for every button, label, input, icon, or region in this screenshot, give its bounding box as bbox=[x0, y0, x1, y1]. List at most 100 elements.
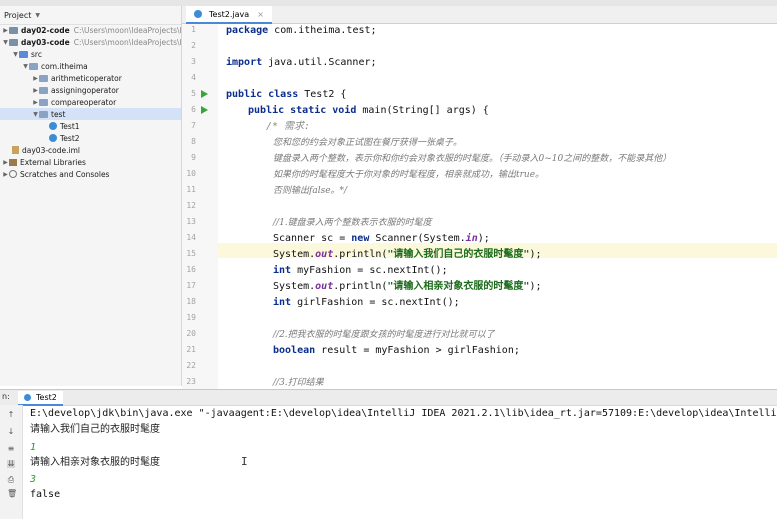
library-icon bbox=[9, 158, 17, 166]
tree-item-test1[interactable]: Test1 bbox=[49, 120, 80, 132]
console-output-line: 请输入我们自己的衣服时髦度 bbox=[30, 424, 160, 435]
code-text: myFashion = sc.nextInt(); bbox=[291, 265, 448, 276]
chevron-right-icon[interactable]: ▶ bbox=[2, 27, 9, 34]
comment: 您和您的约会对象正试图在餐厅获得一张桌子。 bbox=[273, 138, 463, 148]
tree-item-test2[interactable]: Test2 bbox=[49, 132, 80, 144]
editor-gutter: 1 2 3 4 5 6 7 8 9 10 11 12 13 14 15 16 1… bbox=[182, 24, 218, 389]
tree-item-package[interactable]: ▼ com.itheima bbox=[22, 60, 88, 72]
chevron-right-icon[interactable]: ▶ bbox=[32, 87, 39, 94]
comment: //1.键盘录入两个整数表示衣服的时髦度 bbox=[273, 218, 432, 228]
chevron-down-icon[interactable]: ▼ bbox=[12, 51, 19, 58]
tree-item-day02[interactable]: ▶ day02-code C:\Users\moon\IdeaProjects\… bbox=[2, 24, 181, 36]
line-number: 6 bbox=[191, 105, 196, 114]
keyword: public class bbox=[226, 89, 299, 100]
chevron-down-icon[interactable]: ▼ bbox=[22, 63, 29, 70]
code-text: java.util.Scanner; bbox=[262, 57, 377, 68]
tree-item-arithmeticoperator[interactable]: ▶ arithmeticoperator bbox=[32, 72, 122, 84]
rerun-up-icon[interactable]: ↑ bbox=[7, 411, 15, 419]
tree-item-day03[interactable]: ▼ day03-code C:\Users\moon\IdeaProjects\… bbox=[2, 36, 181, 48]
chevron-down-icon[interactable]: ▼ bbox=[35, 12, 40, 19]
comment: //3.打印结果 bbox=[273, 378, 324, 388]
console-result-line: false bbox=[30, 489, 61, 500]
chevron-down-icon[interactable]: ▼ bbox=[32, 111, 39, 118]
package-icon bbox=[39, 74, 48, 82]
soft-wrap-icon[interactable]: ≡ bbox=[7, 445, 15, 453]
text-cursor-icon: I bbox=[241, 455, 248, 468]
package-icon bbox=[39, 110, 48, 118]
tree-item-scratches[interactable]: ▶ Scratches and Consoles bbox=[2, 168, 109, 180]
code-text: ); bbox=[477, 233, 490, 244]
chevron-right-icon[interactable]: ▶ bbox=[2, 159, 9, 166]
keyword: import bbox=[226, 57, 263, 68]
console-output-line: 请输入相亲对象衣服的时髦度 bbox=[30, 457, 160, 468]
static-field: out bbox=[315, 249, 334, 260]
tree-item-external-libraries[interactable]: ▶ External Libraries bbox=[2, 156, 86, 168]
chevron-right-icon[interactable]: ▶ bbox=[32, 99, 39, 106]
run-class-icon[interactable] bbox=[201, 90, 208, 98]
code-text: result = myFashion > girlFashion; bbox=[315, 345, 520, 356]
console-input-line: 1 bbox=[30, 442, 37, 453]
console-command-line: E:\develop\jdk\bin\java.exe "-javaagent:… bbox=[30, 408, 777, 419]
class-icon bbox=[49, 134, 57, 142]
package-icon bbox=[39, 98, 48, 106]
console-output[interactable]: E:\develop\jdk\bin\java.exe "-javaagent:… bbox=[30, 405, 777, 519]
line-number: 15 bbox=[186, 249, 196, 258]
line-number: 22 bbox=[186, 361, 196, 370]
run-label: n: bbox=[2, 392, 10, 401]
tab-test2-java[interactable]: Test2.java × bbox=[186, 6, 272, 24]
line-number: 18 bbox=[186, 297, 196, 306]
line-number: 11 bbox=[186, 185, 196, 194]
tree-item-assigningoperator[interactable]: ▶ assigningoperator bbox=[32, 84, 119, 96]
module-folder-icon bbox=[9, 38, 18, 46]
code-text: .println( bbox=[333, 249, 388, 260]
close-icon[interactable]: × bbox=[257, 10, 264, 19]
chevron-right-icon[interactable]: ▶ bbox=[32, 75, 39, 82]
line-number: 21 bbox=[186, 345, 196, 354]
print-icon[interactable]: ⎙ bbox=[7, 476, 15, 484]
line-number: 5 bbox=[191, 89, 196, 98]
editor-tab-bar: Test2.java × bbox=[182, 6, 777, 24]
tree-item-src[interactable]: ▼ src bbox=[12, 48, 42, 60]
stop-down-icon[interactable]: ↓ bbox=[7, 428, 15, 436]
project-panel: Project ▼ ▶ day02-code C:\Users\moon\Ide… bbox=[0, 6, 182, 386]
keyword: boolean bbox=[273, 345, 316, 356]
comment: //2.把我衣服的时髦度跟女孩的时髦度进行对比就可以了 bbox=[273, 330, 495, 340]
line-number: 19 bbox=[186, 313, 196, 322]
module-folder-icon bbox=[9, 26, 18, 34]
comment: 否则输出false。*/ bbox=[273, 186, 348, 196]
code-text: ); bbox=[529, 281, 542, 292]
scratches-icon bbox=[9, 170, 17, 178]
scroll-to-end-icon[interactable]: ⇊ bbox=[7, 460, 15, 468]
chevron-right-icon[interactable]: ▶ bbox=[2, 171, 9, 178]
string-literal: "请输入我们自己的衣服时髦度" bbox=[387, 249, 530, 260]
line-number: 17 bbox=[186, 281, 196, 290]
chevron-down-icon[interactable]: ▼ bbox=[2, 39, 9, 46]
line-number: 20 bbox=[186, 329, 196, 338]
code-text: Scanner sc = bbox=[273, 233, 352, 244]
line-number: 7 bbox=[191, 121, 196, 130]
comment: 如果你的时髦程度大于你对象的时髦程度，相亲就成功，输出true。 bbox=[273, 170, 545, 180]
code-editor[interactable]: package com.itheima.test; import java.ut… bbox=[226, 24, 777, 389]
code-text: ); bbox=[529, 249, 542, 260]
project-title: Project bbox=[4, 10, 32, 20]
run-tab-test2[interactable]: Test2 bbox=[18, 391, 63, 406]
line-number: 4 bbox=[191, 73, 196, 82]
keyword: new bbox=[351, 233, 370, 244]
tree-item-compareoperator[interactable]: ▶ compareoperator bbox=[32, 96, 116, 108]
code-text: com.itheima.test; bbox=[268, 25, 377, 36]
tree-item-iml[interactable]: day03-code.iml bbox=[12, 144, 80, 156]
console-input-line: 3 bbox=[30, 474, 37, 485]
keyword: int bbox=[273, 265, 292, 276]
tree-item-test[interactable]: ▼ test bbox=[0, 108, 181, 120]
line-number: 14 bbox=[186, 233, 196, 242]
keyword: int bbox=[273, 297, 292, 308]
module-file-icon bbox=[12, 146, 19, 154]
line-number: 10 bbox=[186, 169, 196, 178]
source-folder-icon bbox=[19, 50, 28, 58]
class-icon bbox=[194, 10, 202, 18]
trash-icon[interactable]: 🗑 bbox=[7, 490, 17, 498]
project-header[interactable]: Project ▼ bbox=[0, 6, 181, 25]
class-icon bbox=[49, 122, 57, 130]
line-number: 2 bbox=[191, 41, 196, 50]
run-main-icon[interactable] bbox=[201, 106, 208, 114]
